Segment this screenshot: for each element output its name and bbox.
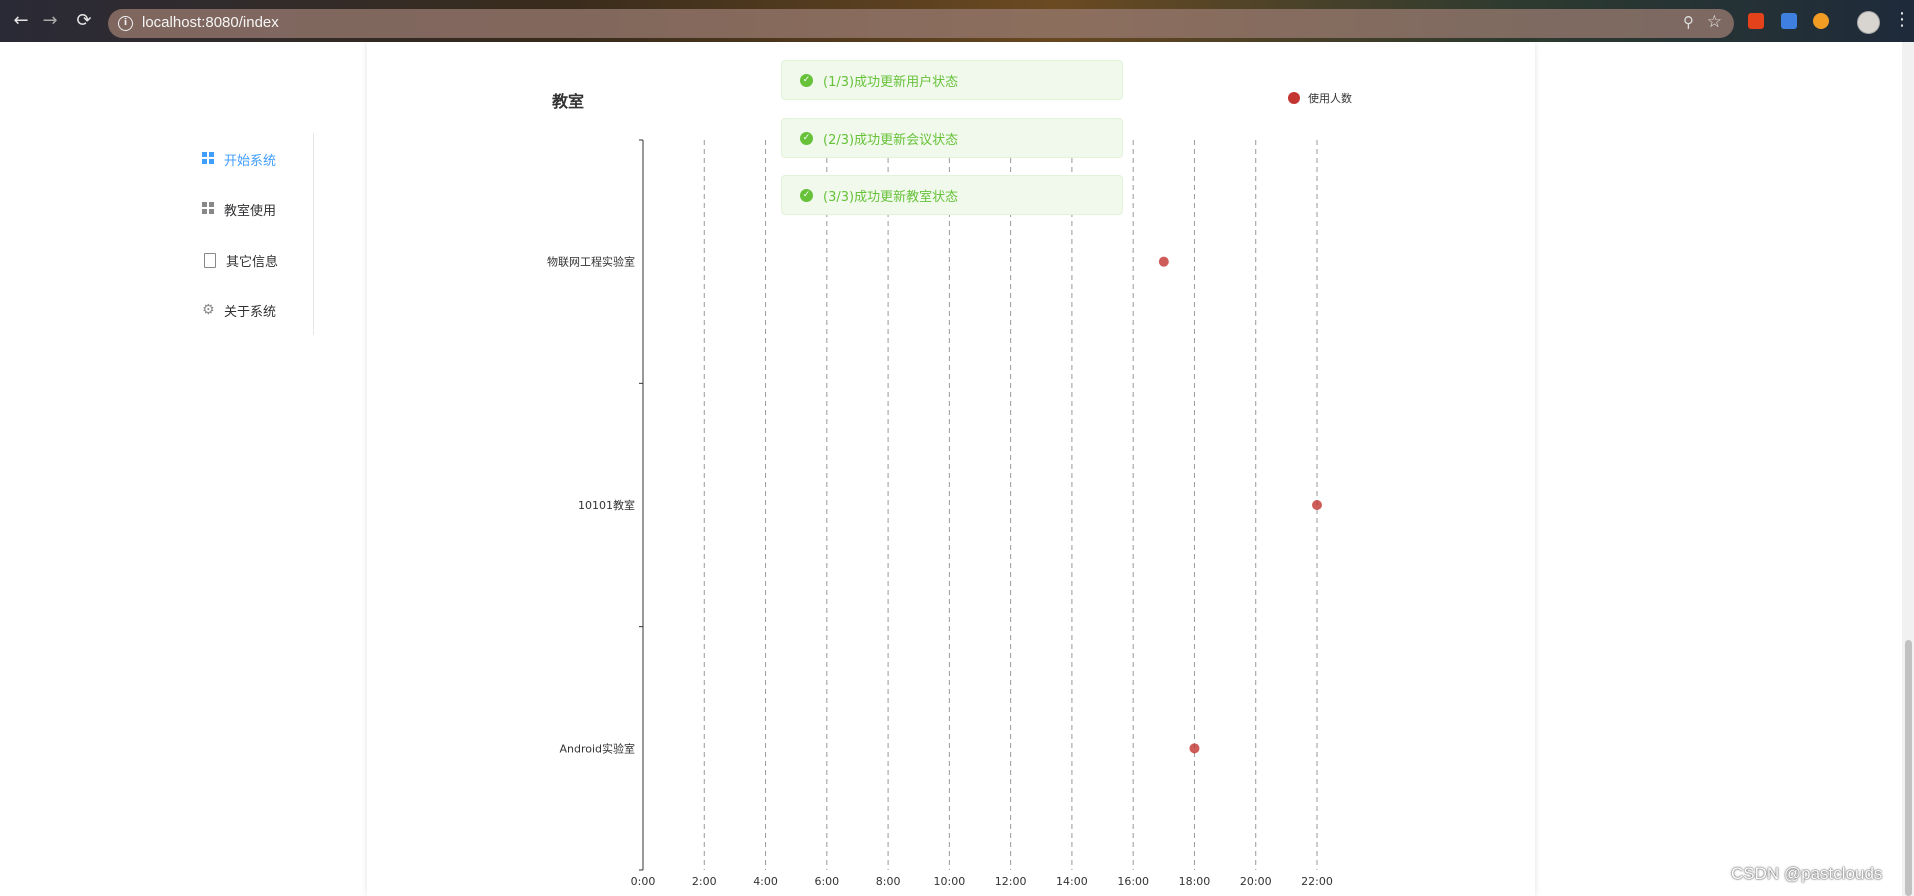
watermark: CSDN @pastclouds [1731, 864, 1883, 883]
data-point[interactable] [1158, 256, 1169, 267]
success-toast: ✓ (1/3)成功更新用户状态 [781, 60, 1123, 100]
x-tick-label: 2:00 [692, 875, 717, 888]
y-category-label: 物联网工程实验室 [547, 255, 635, 269]
success-toast: ✓ (3/3)成功更新教室状态 [781, 175, 1123, 215]
x-tick-label: 12:00 [995, 875, 1027, 888]
data-point[interactable] [1189, 743, 1200, 754]
y-category-label: 10101教室 [578, 498, 635, 512]
x-tick-label: 6:00 [814, 875, 839, 888]
x-tick-label: 10:00 [934, 875, 966, 888]
x-tick-label: 4:00 [753, 875, 778, 888]
x-tick-label: 18:00 [1179, 875, 1211, 888]
success-toast: ✓ (2/3)成功更新会议状态 [781, 118, 1123, 158]
x-tick-label: 14:00 [1056, 875, 1088, 888]
data-point[interactable] [1312, 500, 1322, 510]
scrollbar-thumb[interactable] [1905, 640, 1912, 896]
x-tick-label: 20:00 [1240, 875, 1272, 888]
toast-message: (1/3)成功更新用户状态 [823, 74, 959, 90]
x-tick-label: 22:00 [1301, 875, 1333, 888]
x-tick-label: 0:00 [631, 875, 656, 888]
toast-message: (2/3)成功更新会议状态 [823, 132, 959, 148]
toast-message: (3/3)成功更新教室状态 [823, 189, 959, 205]
x-tick-label: 16:00 [1117, 875, 1149, 888]
success-check-icon: ✓ [800, 73, 813, 87]
y-category-label: Android实验室 [559, 741, 635, 755]
success-check-icon: ✓ [800, 188, 813, 202]
success-check-icon: ✓ [800, 131, 813, 145]
x-tick-label: 8:00 [876, 875, 901, 888]
